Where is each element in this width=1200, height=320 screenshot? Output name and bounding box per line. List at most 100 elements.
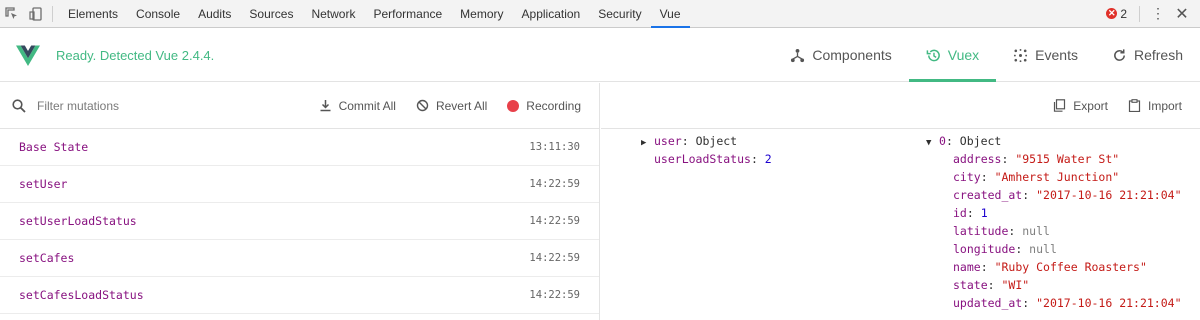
block-icon xyxy=(416,99,429,112)
state-type: Object xyxy=(695,134,738,148)
state-key: userLoadStatus xyxy=(654,152,751,166)
tab-memory[interactable]: Memory xyxy=(451,0,512,28)
state-key: id xyxy=(953,206,967,220)
state-key: created_at xyxy=(953,188,1023,202)
list-item[interactable]: setUser 14:22:59 xyxy=(0,166,599,203)
recording-label: Recording xyxy=(526,98,581,113)
state-key: user xyxy=(654,134,682,148)
mutation-time: 14:22:59 xyxy=(529,215,580,227)
mutation-time: 14:22:59 xyxy=(529,178,580,190)
state-key: longitude xyxy=(953,242,1016,256)
revert-all-button[interactable]: Revert All xyxy=(416,99,487,113)
list-item[interactable]: setCafes 14:22:59 xyxy=(0,240,599,277)
tab-elements[interactable]: Elements xyxy=(59,0,127,28)
state-type: Object xyxy=(959,134,1002,148)
vue-devtools-header: Ready. Detected Vue 2.4.4. Components Vu… xyxy=(0,29,1200,82)
state-key: state xyxy=(953,278,988,292)
tab-console[interactable]: Console xyxy=(127,0,189,28)
mutations-panel: Commit All Revert All Recording Base Sta… xyxy=(0,83,600,320)
components-icon xyxy=(791,48,805,62)
history-icon xyxy=(926,49,940,61)
tab-vue[interactable]: Vue xyxy=(650,0,690,28)
state-key: latitude xyxy=(953,224,1009,238)
list-item[interactable]: Base State 13:11:30 xyxy=(0,129,599,166)
record-icon xyxy=(507,99,520,112)
error-counter[interactable]: ✕ 2 xyxy=(1106,7,1127,21)
state-value: "WI" xyxy=(1001,278,1030,292)
commit-all-label: Commit All xyxy=(338,98,396,113)
tab-components-label: Components xyxy=(812,47,892,63)
filter-mutations-input[interactable] xyxy=(37,98,287,113)
devtools-toolbar: Elements Console Audits Sources Network … xyxy=(0,0,1200,28)
refresh-label: Refresh xyxy=(1133,47,1183,63)
state-value: null xyxy=(1022,224,1050,238)
mutation-name: setCafes xyxy=(19,251,75,265)
state-row-field: address: "9515 Water St" xyxy=(953,152,1120,166)
state-row-cafe-0[interactable]: ▼ 0: Object xyxy=(926,132,1001,150)
tab-vuex[interactable]: Vuex xyxy=(908,29,997,82)
list-item[interactable]: setUserLoadStatus 14:22:59 xyxy=(0,203,599,240)
state-panel: Export Import ▶ user: Object userLoadStat… xyxy=(601,83,1200,320)
state-key: 0 xyxy=(939,134,946,148)
revert-all-label: Revert All xyxy=(435,98,488,113)
state-row-field: latitude: null xyxy=(953,224,1050,238)
clipboard-icon xyxy=(1128,99,1141,112)
mutation-name: setUserLoadStatus xyxy=(19,214,137,228)
tab-events[interactable]: Events xyxy=(996,29,1095,82)
events-icon xyxy=(1014,48,1028,62)
export-button[interactable]: Export xyxy=(1053,99,1108,113)
error-count: 2 xyxy=(1120,6,1127,21)
mutations-toolbar: Commit All Revert All Recording xyxy=(0,83,599,129)
search-icon xyxy=(12,98,26,113)
more-options-icon[interactable]: ⋮ xyxy=(1146,5,1170,22)
inspect-element-icon[interactable] xyxy=(0,0,24,28)
copy-icon xyxy=(1054,99,1066,112)
state-value: null xyxy=(1029,242,1057,256)
tab-vuex-label: Vuex xyxy=(947,47,980,63)
state-toolbar: Export Import xyxy=(601,83,1200,129)
tab-application[interactable]: Application xyxy=(513,0,590,28)
tab-network[interactable]: Network xyxy=(302,0,364,28)
state-row-field: updated_at: "2017-10-16 21:21:04" xyxy=(953,296,1182,310)
collapse-arrow-icon: ▼ xyxy=(926,138,932,148)
recording-toggle[interactable]: Recording xyxy=(507,99,581,113)
state-row-field: created_at: "2017-10-16 21:21:04" xyxy=(953,188,1182,202)
state-value: 2 xyxy=(764,152,772,166)
mutation-time: 14:22:59 xyxy=(529,252,580,264)
tab-audits[interactable]: Audits xyxy=(189,0,240,28)
refresh-button[interactable]: Refresh xyxy=(1095,29,1200,82)
close-devtools-icon[interactable]: ✕ xyxy=(1170,4,1194,24)
device-toolbar-icon[interactable] xyxy=(24,0,48,28)
state-row-field: longitude: null xyxy=(953,242,1057,256)
state-row-field: city: "Amherst Junction" xyxy=(953,170,1120,184)
vue-nav: Components Vuex Events Refresh xyxy=(773,29,1200,82)
state-row-user[interactable]: ▶ user: Object xyxy=(641,132,737,150)
state-key: updated_at xyxy=(953,296,1023,310)
state-value: 1 xyxy=(980,206,988,220)
mutation-time: 14:22:59 xyxy=(529,289,580,301)
mutation-name: setCafesLoadStatus xyxy=(19,288,144,302)
list-item[interactable]: setCafesLoadStatus 14:22:59 xyxy=(0,277,599,314)
state-row-field: name: "Ruby Coffee Roasters" xyxy=(953,260,1147,274)
expand-arrow-icon: ▶ xyxy=(641,138,647,148)
vue-status: Ready. Detected Vue 2.4.4. xyxy=(56,47,215,63)
tab-security[interactable]: Security xyxy=(589,0,650,28)
state-value: "2017-10-16 21:21:04" xyxy=(1036,188,1182,202)
mutation-name: setUser xyxy=(19,177,68,191)
commit-all-button[interactable]: Commit All xyxy=(319,99,396,113)
state-value: "Amherst Junction" xyxy=(994,170,1120,184)
mutation-name: Base State xyxy=(19,140,89,154)
state-value: "Ruby Coffee Roasters" xyxy=(994,260,1147,274)
state-row-userloadstatus: userLoadStatus: 2 xyxy=(654,152,772,166)
vue-logo-icon xyxy=(16,45,40,66)
state-key: address xyxy=(953,152,1002,166)
download-icon xyxy=(320,100,331,112)
import-button[interactable]: Import xyxy=(1128,99,1182,113)
state-value: "2017-10-16 21:21:04" xyxy=(1036,296,1182,310)
tab-sources[interactable]: Sources xyxy=(240,0,302,28)
state-row-field: state: "WI" xyxy=(953,278,1030,292)
mutation-time: 13:11:30 xyxy=(529,141,580,153)
tab-performance[interactable]: Performance xyxy=(364,0,451,28)
tab-components[interactable]: Components xyxy=(773,29,908,82)
toolbar-divider xyxy=(1139,5,1140,22)
